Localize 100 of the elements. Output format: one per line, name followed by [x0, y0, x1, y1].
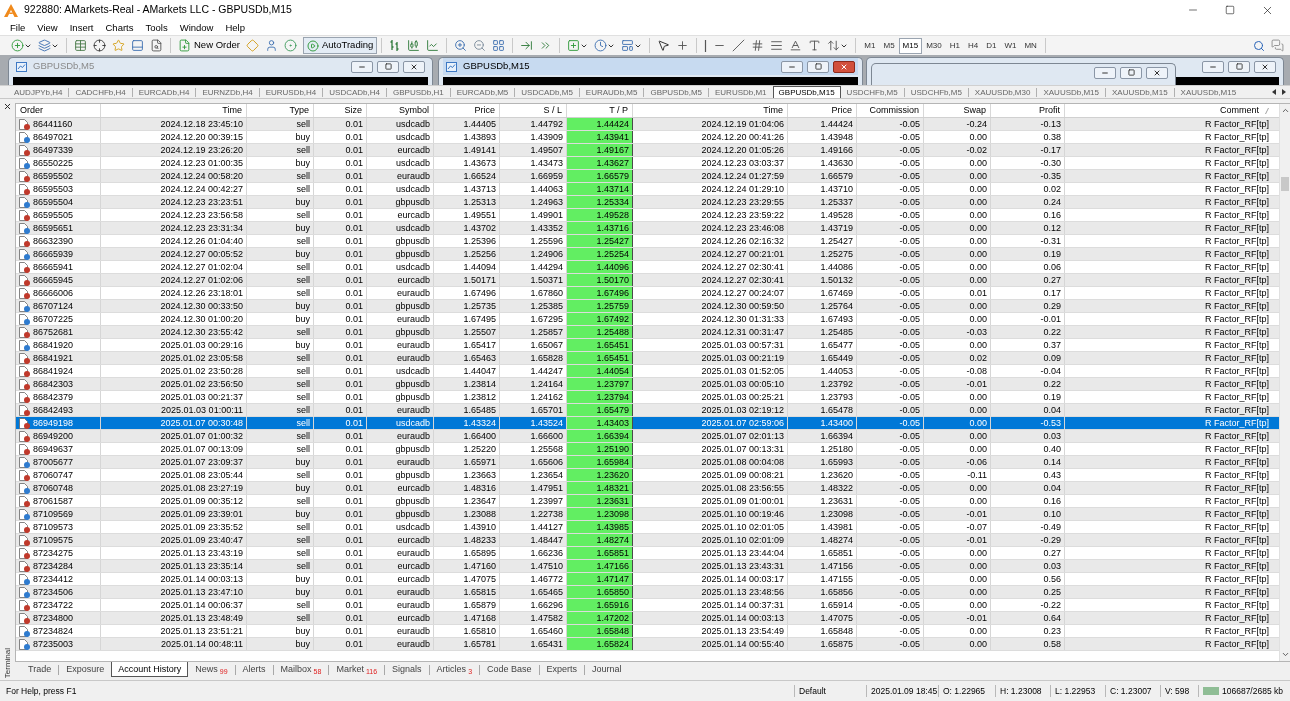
- minimize-button[interactable]: [1202, 60, 1224, 73]
- panel-icon[interactable]: [131, 39, 144, 52]
- timeframe-button[interactable]: M30: [922, 37, 946, 54]
- table-row[interactable]: 87234800 2025.01.13 23:48:49 sell 0.01 eurcadb 1.47168 1.47582 1.47202 2025.01.14 00:03:13 1.47075 -0.05 -0.01 0.64 R Factor_RF[tp]: [16, 612, 1279, 625]
- timeframe-button[interactable]: W1: [1000, 37, 1021, 54]
- table-row[interactable]: 86842493 2025.01.03 01:00:11 sell 0.01 euraudb 1.65485 1.65701 1.65479 2025.01.03 02:19:12 1.65478 -0.05 0.00 0.04 R Factor_RF[tp]: [16, 404, 1279, 417]
- chart-tab[interactable]: GBPUSDb,M5: [644, 85, 708, 99]
- terminal-tab[interactable]: Trade: [21, 662, 59, 677]
- template-icon[interactable]: [621, 39, 635, 52]
- minimize-button[interactable]: [351, 60, 373, 73]
- arrows-icon[interactable]: [827, 39, 841, 52]
- maximize-icon[interactable]: [1225, 5, 1235, 15]
- scroll-thumb[interactable]: [1281, 177, 1289, 191]
- column-header[interactable]: Size: [314, 104, 367, 117]
- table-row[interactable]: 86595502 2024.12.24 00:58:20 sell 0.01 euraudb 1.66524 1.66959 1.66579 2024.12.24 01:27:59 1.66579 -0.05 0.00 -0.35 R Factor_RF[tp]: [16, 170, 1279, 183]
- column-header[interactable]: Type: [247, 104, 314, 117]
- chart-tab[interactable]: GBPUSDb,H1: [387, 85, 450, 99]
- chart-tab[interactable]: GBPUSDb,M15: [772, 85, 841, 99]
- close-button[interactable]: [1146, 66, 1168, 79]
- vertical-line-icon[interactable]: [704, 39, 708, 52]
- terminal-tab[interactable]: Exposure: [59, 662, 112, 677]
- diagonal-line-icon[interactable]: [732, 39, 746, 52]
- menu-item[interactable]: Window: [173, 20, 220, 35]
- table-row[interactable]: 86841921 2025.01.02 23:05:58 sell 0.01 euraudb 1.65463 1.65828 1.65451 2025.01.03 00:21:19 1.65449 -0.05 0.02 0.09 R Factor_RF[tp]: [16, 352, 1279, 365]
- timeframe-button[interactable]: M5: [879, 37, 899, 54]
- terminal-tab[interactable]: Signals: [385, 662, 429, 677]
- lines-icon[interactable]: [770, 39, 784, 52]
- terminal-tab[interactable]: Experts: [539, 662, 585, 677]
- table-row[interactable]: 87235003 2025.01.14 00:48:11 buy 0.01 euraudb 1.65781 1.65431 1.65824 2025.01.14 00:55:40 1.65875 -0.05 0.00 0.58 R Factor_RF[tp]: [16, 638, 1279, 651]
- chart-tab[interactable]: USDCHFb,M5: [840, 85, 904, 99]
- table-row[interactable]: 87005677 2025.01.07 23:09:37 buy 0.01 euraudb 1.65971 1.65606 1.65984 2025.01.08 00:04:08 1.65993 -0.05 -0.06 0.14 R Factor_RF[tp]: [16, 456, 1279, 469]
- close-button[interactable]: [1254, 60, 1276, 73]
- arrow-to-line-icon[interactable]: [520, 39, 534, 52]
- letter-a-icon[interactable]: [789, 39, 803, 52]
- timeframe-button[interactable]: H1: [945, 37, 964, 54]
- plus-icon[interactable]: [676, 39, 690, 52]
- column-header[interactable]: Price: [788, 104, 857, 117]
- terminal-tab[interactable]: Account History: [111, 662, 189, 677]
- line-chart-icon[interactable]: [426, 39, 440, 52]
- menu-item[interactable]: Tools: [139, 20, 174, 35]
- column-header[interactable]: Time: [633, 104, 788, 117]
- circle-dot-icon[interactable]: [283, 39, 297, 52]
- letter-t-icon[interactable]: [808, 39, 822, 52]
- zoom-in-icon[interactable]: [454, 39, 468, 52]
- autotrading-button[interactable]: AutoTrading: [302, 37, 378, 54]
- timeframe-button[interactable]: M1: [860, 37, 880, 54]
- chart-tab[interactable]: EURAUDb,M5: [579, 85, 644, 99]
- table-row[interactable]: 86752681 2024.12.30 23:55:42 sell 0.01 gbpusdb 1.25507 1.25857 1.25488 2024.12.31 00:31:47 1.25485 -0.05 -0.03 0.22 R Factor_RF[tp]: [16, 326, 1279, 339]
- grid-icon[interactable]: [492, 39, 506, 52]
- chart-tab[interactable]: EURCADb,H4: [132, 85, 196, 99]
- minimize-button[interactable]: [1094, 66, 1116, 79]
- timeframe-button[interactable]: D1: [982, 37, 1001, 54]
- column-header[interactable]: Comment: [1220, 104, 1259, 117]
- user-icon[interactable]: [264, 39, 278, 52]
- chevron-up-icon[interactable]: [1280, 106, 1290, 115]
- column-header[interactable]: Price: [434, 104, 500, 117]
- column-header[interactable]: Order: [16, 104, 101, 117]
- cursor-icon[interactable]: [657, 39, 671, 52]
- chart-tab[interactable]: XAUUSDb,M15: [1037, 85, 1105, 99]
- search-icon[interactable]: [1253, 39, 1265, 52]
- table-row[interactable]: 86595504 2024.12.23 23:23:51 buy 0.01 gbpusdb 1.25313 1.24963 1.25334 2024.12.23 23:29:55 1.25337 -0.05 0.00 0.24 R Factor_RF[tp]: [16, 196, 1279, 209]
- table-row[interactable]: 86949198 2025.01.07 00:30:48 sell 0.01 usdcadb 1.43324 1.43524 1.43403 2025.01.07 02:59:06 1.43400 -0.05 0.00 -0.53 R Factor_RF[tp]: [16, 417, 1279, 430]
- column-header[interactable]: S / L: [500, 104, 567, 117]
- terminal-tab[interactable]: Alerts: [235, 662, 273, 677]
- menu-item[interactable]: Charts: [99, 20, 140, 35]
- new-order-button[interactable]: New Order: [175, 37, 243, 54]
- close-button[interactable]: [833, 60, 855, 73]
- triangle-right-icon[interactable]: [1282, 89, 1286, 95]
- column-header[interactable]: T / P: [567, 104, 633, 117]
- table-row[interactable]: 86707124 2024.12.30 00:33:50 buy 0.01 gbpusdb 1.25735 1.25385 1.25759 2024.12.30 00:59:50 1.25764 -0.05 0.00 0.29 R Factor_RF[tp]: [16, 300, 1279, 313]
- star-icon[interactable]: [112, 39, 125, 52]
- table-row[interactable]: 86595651 2024.12.23 23:31:34 buy 0.01 usdcadb 1.43702 1.43352 1.43716 2024.12.23 23:46:08 1.43719 -0.05 0.00 0.12 R Factor_RF[tp]: [16, 222, 1279, 235]
- column-header[interactable]: Time: [101, 104, 247, 117]
- chart-tab[interactable]: USDCADb,H4: [323, 85, 386, 99]
- terminal-tab[interactable]: Journal: [585, 662, 629, 677]
- minimize-button[interactable]: [781, 60, 803, 73]
- close-button[interactable]: [403, 60, 425, 73]
- column-header[interactable]: Profit: [991, 104, 1065, 117]
- table-row[interactable]: 87234284 2025.01.13 23:35:14 sell 0.01 eurcadb 1.47160 1.47510 1.47166 2025.01.13 23:43:31 1.47156 -0.05 0.00 0.03 R Factor_RF[tp]: [16, 560, 1279, 573]
- table-row[interactable]: 86665939 2024.12.27 00:05:52 buy 0.01 gbpusdb 1.25256 1.24906 1.25254 2024.12.27 00:21:01 1.25275 -0.05 0.00 0.19 R Factor_RF[tp]: [16, 248, 1279, 261]
- chart-tab[interactable]: EURCADb,M5: [450, 85, 515, 99]
- column-header[interactable]: Symbol: [367, 104, 434, 117]
- table-row[interactable]: 87060748 2025.01.08 23:27:19 buy 0.01 eurcadb 1.48316 1.47951 1.48321 2025.01.08 23:56:55 1.48322 -0.05 0.00 0.04 R Factor_RF[tp]: [16, 482, 1279, 495]
- terminal-tab[interactable]: Code Base: [480, 662, 539, 677]
- table-row[interactable]: 86665945 2024.12.27 01:02:06 sell 0.01 eurcadb 1.50171 1.50371 1.50170 2024.12.27 02:30:41 1.50132 -0.05 0.00 0.27 R Factor_RF[tp]: [16, 274, 1279, 287]
- table-row[interactable]: 86497339 2024.12.19 23:26:20 sell 0.01 eurcadb 1.49141 1.49507 1.49167 2024.12.20 01:05:26 1.49166 -0.05 -0.02 -0.17 R Factor_RF[tp]: [16, 144, 1279, 157]
- table-row[interactable]: 86949200 2025.01.07 01:00:32 sell 0.01 euraudb 1.66400 1.66600 1.66394 2025.01.07 02:01:13 1.66394 -0.05 0.00 0.03 R Factor_RF[tp]: [16, 430, 1279, 443]
- clock-icon[interactable]: [594, 39, 608, 52]
- timeframe-button[interactable]: M15: [898, 37, 923, 54]
- hash-icon[interactable]: [751, 39, 765, 52]
- menu-item[interactable]: File: [4, 20, 32, 35]
- chart-tab[interactable]: EURUSDb,M1: [709, 85, 773, 99]
- table-row[interactable]: 87109569 2025.01.09 23:39:01 buy 0.01 gbpusdb 1.23088 1.22738 1.23098 2025.01.10 00:19:46 1.23098 -0.05 -0.01 0.10 R Factor_RF[tp]: [16, 508, 1279, 521]
- triangle-left-icon[interactable]: [1272, 89, 1276, 95]
- zoom-out-icon[interactable]: [473, 39, 487, 52]
- scrollbar[interactable]: [1279, 104, 1290, 661]
- crosshair-icon[interactable]: [93, 39, 106, 52]
- chat-icon[interactable]: [1271, 39, 1284, 52]
- table-icon[interactable]: [74, 39, 87, 52]
- candlestick-chart-icon[interactable]: [407, 39, 421, 52]
